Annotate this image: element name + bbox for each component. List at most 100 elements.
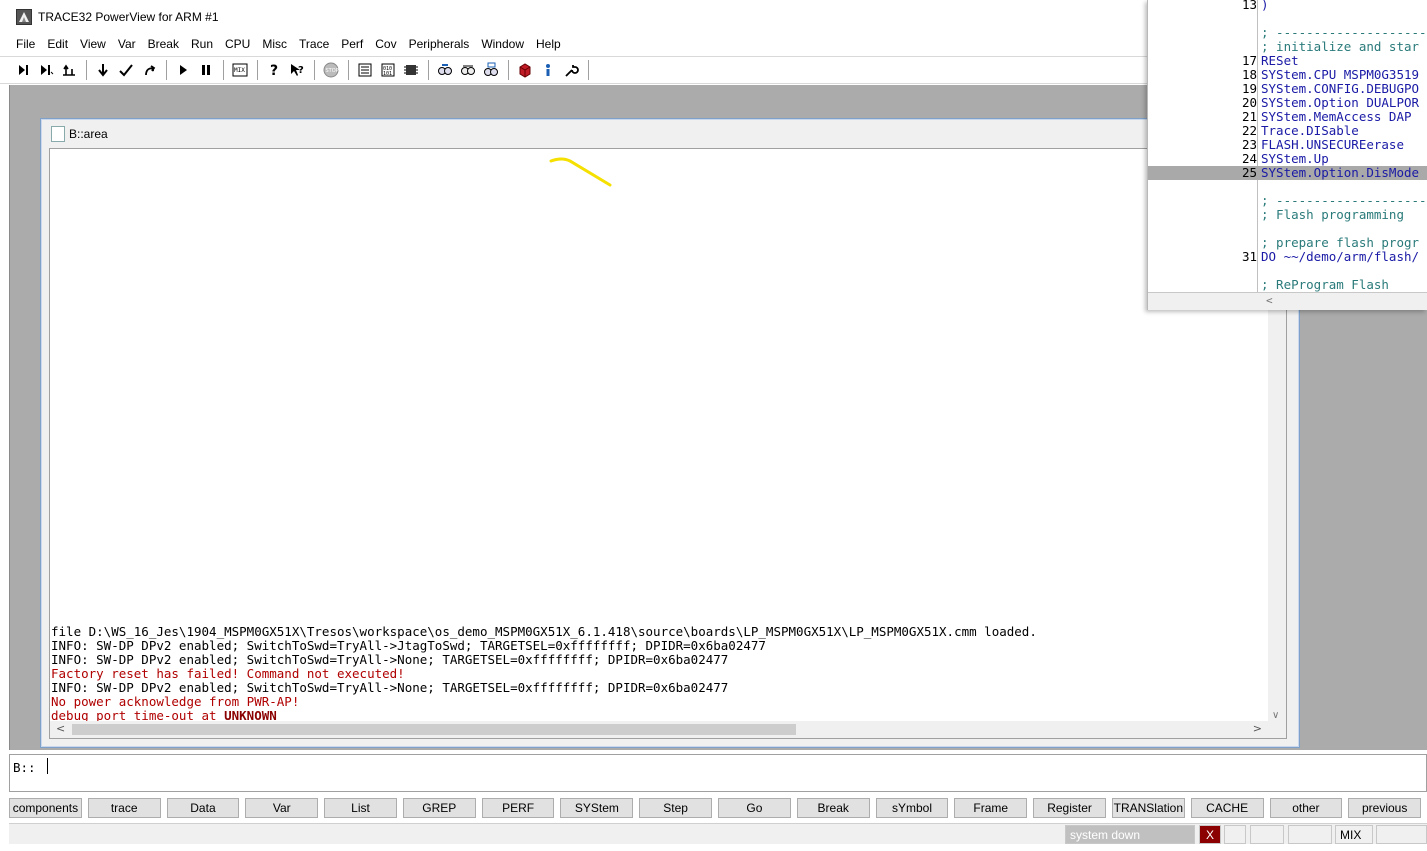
source-line[interactable]: 19 SYStem.CONFIG.DEBUGPO	[1148, 82, 1427, 96]
area-window[interactable]: B::area file D:\WS_16_Jes\1904_MSPM0GX51…	[40, 118, 1300, 748]
command-line[interactable]: B::	[9, 754, 1427, 792]
menu-view[interactable]: View	[74, 37, 112, 51]
softkey-symbol[interactable]: sYmbol	[875, 798, 949, 818]
status-cell-empty	[1288, 825, 1332, 844]
area-message-pane[interactable]: file D:\WS_16_Jes\1904_MSPM0GX51X\Tresos…	[49, 148, 1287, 739]
source-line[interactable]: ; ----------------------	[1148, 26, 1427, 40]
mode-icon[interactable]: MIX	[229, 59, 251, 81]
scroll-down-icon[interactable]: ∨	[1272, 710, 1279, 721]
menu-file[interactable]: File	[10, 37, 41, 51]
source-line[interactable]: 20 SYStem.Option DUALPOR	[1148, 96, 1427, 110]
source-code: RESet	[1261, 53, 1299, 68]
menu-help[interactable]: Help	[530, 37, 567, 51]
step-diverge-icon[interactable]	[58, 59, 80, 81]
watch-icon[interactable]	[434, 59, 456, 81]
source-line[interactable]: ; ----------------------	[1148, 194, 1427, 208]
source-code: FLASH.UNSECUREerase	[1261, 137, 1404, 152]
scroll-left-icon[interactable]: <	[1266, 294, 1273, 307]
softkey-go[interactable]: Go	[718, 798, 791, 818]
status-bar: system down X MIX	[9, 823, 1427, 844]
source-line[interactable]: 23 FLASH.UNSECUREerase	[1148, 138, 1427, 152]
source-line[interactable]: ; prepare flash progr	[1148, 236, 1427, 250]
softkey-frame[interactable]: Frame	[954, 798, 1028, 818]
source-line[interactable]: ; initialize and star	[1148, 40, 1427, 54]
line-number: 25	[1241, 165, 1257, 180]
source-listing-window[interactable]: 13); ----------------------; initialize …	[1147, 0, 1427, 310]
source-line[interactable]: ; ReProgram Flash	[1148, 278, 1427, 292]
line-number: 19	[1241, 81, 1257, 96]
source-line[interactable]: 21 SYStem.MemAccess DAP	[1148, 110, 1427, 124]
scroll-right-icon[interactable]: >	[1253, 722, 1262, 735]
settings-icon[interactable]	[560, 59, 582, 81]
step-over-icon[interactable]	[35, 59, 57, 81]
frame-icon[interactable]	[480, 59, 502, 81]
source-code: ; prepare flash progr	[1261, 235, 1420, 250]
softkey-var[interactable]: Var	[245, 798, 319, 818]
menu-window[interactable]: Window	[475, 37, 530, 51]
list-icon[interactable]	[354, 59, 376, 81]
horizontal-scrollbar[interactable]: < >	[50, 721, 1286, 738]
step-down-icon[interactable]	[92, 59, 114, 81]
source-code: ; initialize and star	[1261, 39, 1420, 54]
message-line: No power acknowledge from PWR-AP!	[51, 695, 1271, 709]
source-horizontal-scrollbar[interactable]: <	[1148, 292, 1427, 310]
trace32-main-window: TRACE32 PowerView for ARM #1 File Edit Vie…	[0, 0, 1427, 851]
step-return-icon[interactable]	[115, 59, 137, 81]
source-line[interactable]	[1148, 180, 1427, 194]
menu-trace[interactable]: Trace	[293, 37, 335, 51]
softkey-grep[interactable]: GREP	[402, 798, 476, 818]
menu-cov[interactable]: Cov	[369, 37, 402, 51]
horizontal-scroll-thumb[interactable]	[72, 724, 796, 735]
register-icon[interactable]	[400, 59, 422, 81]
error-indicator[interactable]: X	[1199, 825, 1221, 844]
go-icon[interactable]	[172, 59, 194, 81]
info-icon[interactable]	[537, 59, 559, 81]
source-code: SYStem.CONFIG.DEBUGPO	[1261, 81, 1420, 96]
menu-break[interactable]: Break	[142, 37, 185, 51]
source-line[interactable]	[1148, 12, 1427, 26]
softkey-previous[interactable]: previous	[1348, 798, 1422, 818]
source-line[interactable]: 22 Trace.DISable	[1148, 124, 1427, 138]
message-line: file D:\WS_16_Jes\1904_MSPM0GX51X\Tresos…	[51, 625, 1271, 639]
menu-perf[interactable]: Perf	[335, 37, 369, 51]
menu-misc[interactable]: Misc	[256, 37, 293, 51]
source-line[interactable]	[1148, 222, 1427, 236]
softkey-translation[interactable]: TRANSlation	[1111, 798, 1185, 818]
var-icon[interactable]	[457, 59, 479, 81]
dump-icon[interactable]: 010 101	[377, 59, 399, 81]
help-icon[interactable]: ?	[263, 59, 285, 81]
source-line[interactable]: 25 SYStem.Option.DisMode	[1148, 166, 1427, 180]
menu-cpu[interactable]: CPU	[219, 37, 256, 51]
source-line[interactable]: 31 DO ~~/demo/arm/flash/	[1148, 250, 1427, 264]
context-help-icon[interactable]: ?	[286, 59, 308, 81]
softkey-register[interactable]: Register	[1033, 798, 1106, 818]
reset-icon[interactable]	[514, 59, 536, 81]
softkey-cache[interactable]: CACHE	[1190, 798, 1264, 818]
break-icon[interactable]	[195, 59, 217, 81]
area-window-titlebar[interactable]: B::area	[41, 119, 1299, 148]
softkey-step[interactable]: Step	[639, 798, 713, 818]
stop-icon[interactable]: STOP	[320, 59, 342, 81]
step-into-icon[interactable]	[12, 59, 34, 81]
source-line[interactable]	[1148, 264, 1427, 278]
source-line[interactable]: 13)	[1148, 0, 1427, 12]
softkey-break[interactable]: Break	[796, 798, 870, 818]
softkey-perf[interactable]: PERF	[481, 798, 555, 818]
softkey-trace[interactable]: trace	[87, 798, 161, 818]
toolbar-separator	[348, 60, 349, 80]
softkey-other[interactable]: other	[1269, 798, 1343, 818]
menu-var[interactable]: Var	[112, 37, 142, 51]
softkey-system[interactable]: SYStem	[560, 798, 634, 818]
source-line[interactable]: 18 SYStem.CPU MSPM0G3519	[1148, 68, 1427, 82]
softkey-data[interactable]: Data	[166, 798, 240, 818]
source-line[interactable]: 24 SYStem.Up	[1148, 152, 1427, 166]
step-up-icon[interactable]	[138, 59, 160, 81]
softkey-list[interactable]: List	[324, 798, 397, 818]
scroll-left-icon[interactable]: <	[56, 722, 65, 735]
source-line[interactable]: 17 RESet	[1148, 54, 1427, 68]
source-line[interactable]: ; Flash programming	[1148, 208, 1427, 222]
softkey-components[interactable]: components	[9, 798, 82, 818]
menu-edit[interactable]: Edit	[41, 37, 74, 51]
menu-run[interactable]: Run	[185, 37, 219, 51]
menu-peripherals[interactable]: Peripherals	[403, 37, 476, 51]
